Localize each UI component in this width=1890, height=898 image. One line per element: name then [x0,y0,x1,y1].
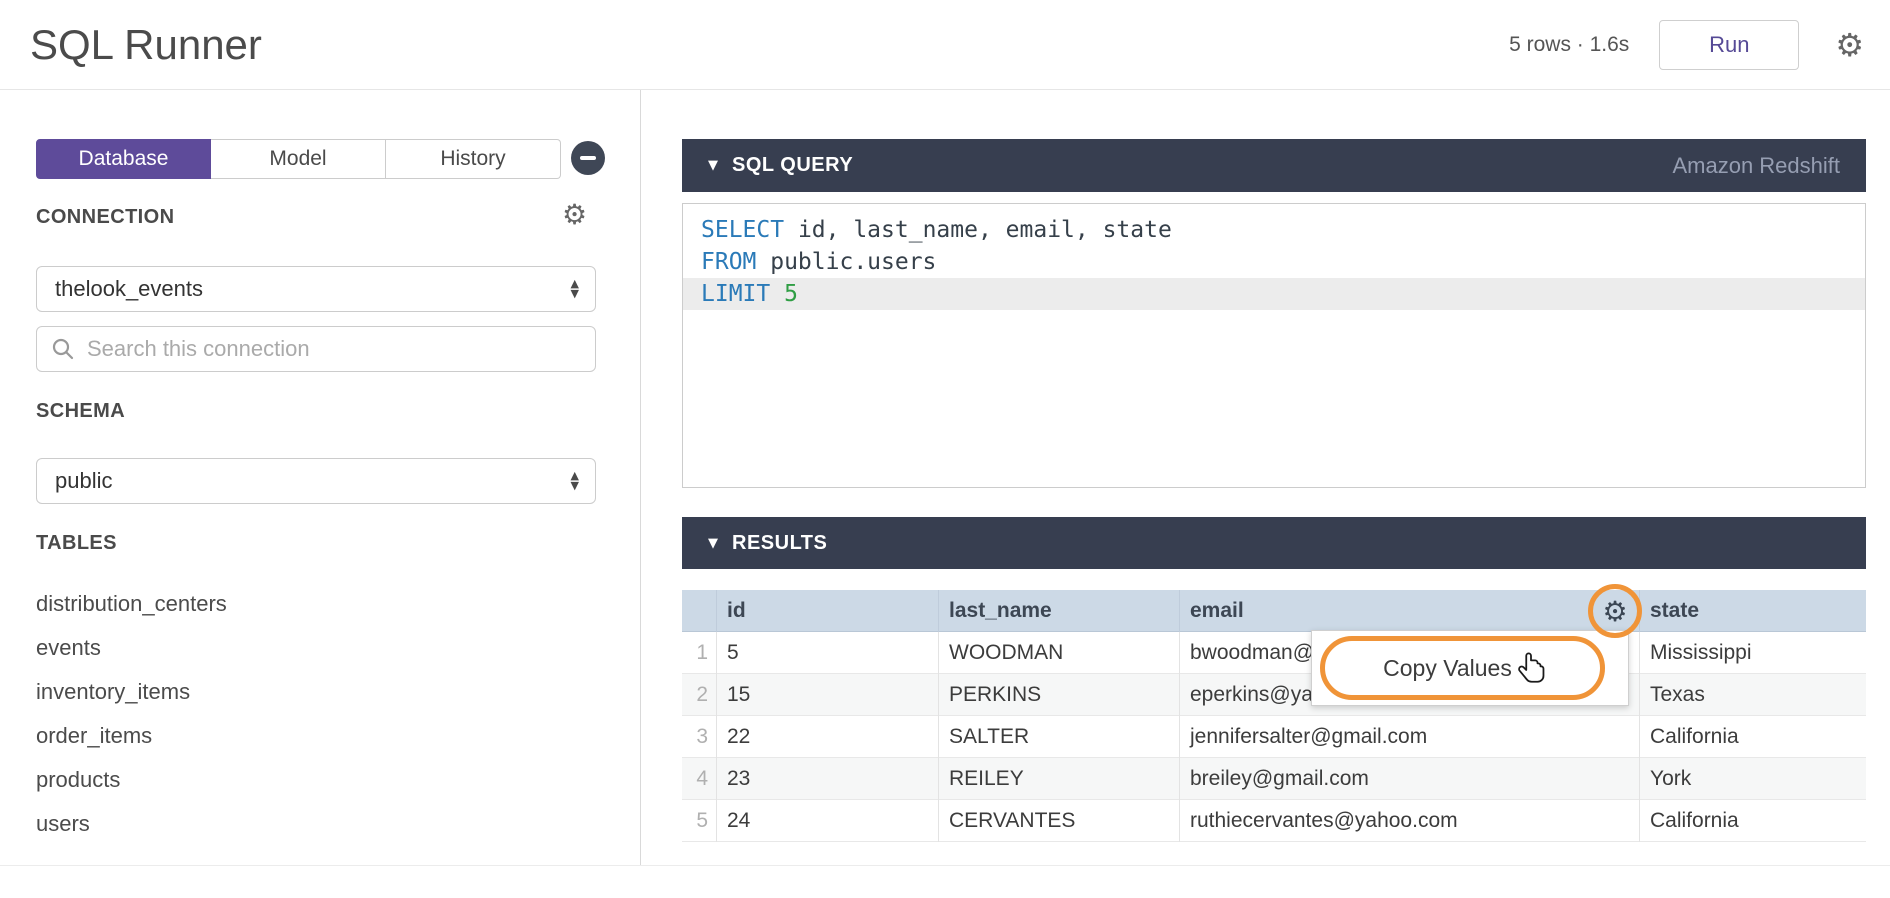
table-list-item[interactable]: events [36,626,227,670]
schema-select[interactable]: public ▲▼ [36,458,596,504]
table-list-item[interactable]: inventory_items [36,670,227,714]
cell-email: ruthiecervantes@yahoo.com [1179,800,1639,842]
connection-gear-icon[interactable]: ⚙ [562,198,587,231]
table-list-item[interactable]: distribution_centers [36,582,227,626]
table-header-row: idlast_nameemailstate [682,590,1866,632]
code-line[interactable]: LIMIT 5 [683,278,1865,310]
updown-arrows-icon: ▲▼ [571,471,579,491]
collapse-triangle-icon: ▼ [708,158,718,173]
search-icon [51,337,75,361]
collapse-triangle-icon: ▼ [708,536,718,551]
page-title: SQL Runner [30,21,262,69]
sidebar: Database Model History CONNECTION ⚙ thel… [0,90,641,865]
code-line[interactable]: FROM public.users [683,246,1865,278]
cell-id: 5 [716,632,938,674]
cell-last_name: PERKINS [938,674,1179,716]
cell-id: 15 [716,674,938,716]
connection-select-value: thelook_events [55,276,203,302]
column-context-menu: Copy Values [1311,630,1629,706]
table-list-item[interactable]: products [36,758,227,802]
tab-database[interactable]: Database [36,139,211,179]
tab-model[interactable]: Model [211,139,386,179]
sql-editor[interactable]: SELECT id, last_name, email, stateFROM p… [682,203,1866,488]
table-row[interactable]: 524CERVANTESruthiecervantes@yahoo.comCal… [682,800,1866,842]
results-panel-header[interactable]: ▼ RESULTS [682,517,1866,569]
table-list-item[interactable]: users [36,802,227,846]
cell-state: Mississippi [1639,632,1866,674]
table-row[interactable]: 423REILEYbreiley@gmail.comYork [682,758,1866,800]
cell-state: California [1639,716,1866,758]
row-number: 3 [682,716,716,758]
schema-select-value: public [55,468,112,494]
tab-history[interactable]: History [386,139,561,179]
header-actions: 5 rows · 1.6s Run ⚙ [1509,0,1864,90]
cell-id: 23 [716,758,938,800]
tables-heading: TABLES [36,532,117,555]
updown-arrows-icon: ▲▼ [571,279,579,299]
results-table: idlast_nameemailstate15WOODMANbwoodman@M… [682,590,1866,842]
cell-state: California [1639,800,1866,842]
cell-last_name: REILEY [938,758,1179,800]
row-number: 2 [682,674,716,716]
settings-gear-icon[interactable]: ⚙ [1835,26,1864,64]
column-gear-icon[interactable]: ⚙ [1602,595,1627,628]
row-number-header [682,590,716,632]
results-panel-title: RESULTS [732,532,827,555]
column-header-email[interactable]: email [1179,590,1639,632]
table-row[interactable]: 15WOODMANbwoodman@Mississippi [682,632,1866,674]
annotation-rect: Copy Values [1320,636,1605,700]
table-list-item[interactable]: order_items [36,714,227,758]
hand-cursor-icon [1512,651,1550,689]
cell-state: York [1639,758,1866,800]
sql-query-panel-header[interactable]: ▼ SQL QUERY Amazon Redshift [682,139,1866,192]
schema-heading: SCHEMA [36,400,125,423]
row-number: 1 [682,632,716,674]
connection-heading: CONNECTION [36,206,174,229]
search-input[interactable] [87,336,581,362]
sidebar-tabs: Database Model History [36,139,561,179]
column-header-state[interactable]: state [1639,590,1866,632]
collapse-sidebar-button[interactable] [571,141,605,175]
table-row[interactable]: 215PERKINSeperkins@yaTexas [682,674,1866,716]
row-number: 5 [682,800,716,842]
sql-query-panel-title: SQL QUERY [732,154,853,177]
sql-code: SELECT id, last_name, email, stateFROM p… [683,214,1865,310]
row-number: 4 [682,758,716,800]
dialect-label: Amazon Redshift [1672,153,1840,179]
query-status: 5 rows · 1.6s [1509,33,1629,57]
tables-list: distribution_centerseventsinventory_item… [36,582,227,846]
connection-search [36,326,596,372]
cell-id: 22 [716,716,938,758]
cell-last_name: CERVANTES [938,800,1179,842]
run-button[interactable]: Run [1659,20,1799,70]
cell-email: breiley@gmail.com [1179,758,1639,800]
table-row[interactable]: 322SALTERjennifersalter@gmail.comCalifor… [682,716,1866,758]
annotation-circle: ⚙ [1588,584,1642,638]
cell-email: jennifersalter@gmail.com [1179,716,1639,758]
cell-state: Texas [1639,674,1866,716]
connection-select[interactable]: thelook_events ▲▼ [36,266,596,312]
cell-last_name: SALTER [938,716,1179,758]
cell-id: 24 [716,800,938,842]
cell-last_name: WOODMAN [938,632,1179,674]
app-header: SQL Runner 5 rows · 1.6s Run ⚙ [0,0,1890,90]
code-line[interactable]: SELECT id, last_name, email, state [683,214,1865,246]
window-bottom-edge [0,865,1890,866]
column-header-id[interactable]: id [716,590,938,632]
column-header-last_name[interactable]: last_name [938,590,1179,632]
